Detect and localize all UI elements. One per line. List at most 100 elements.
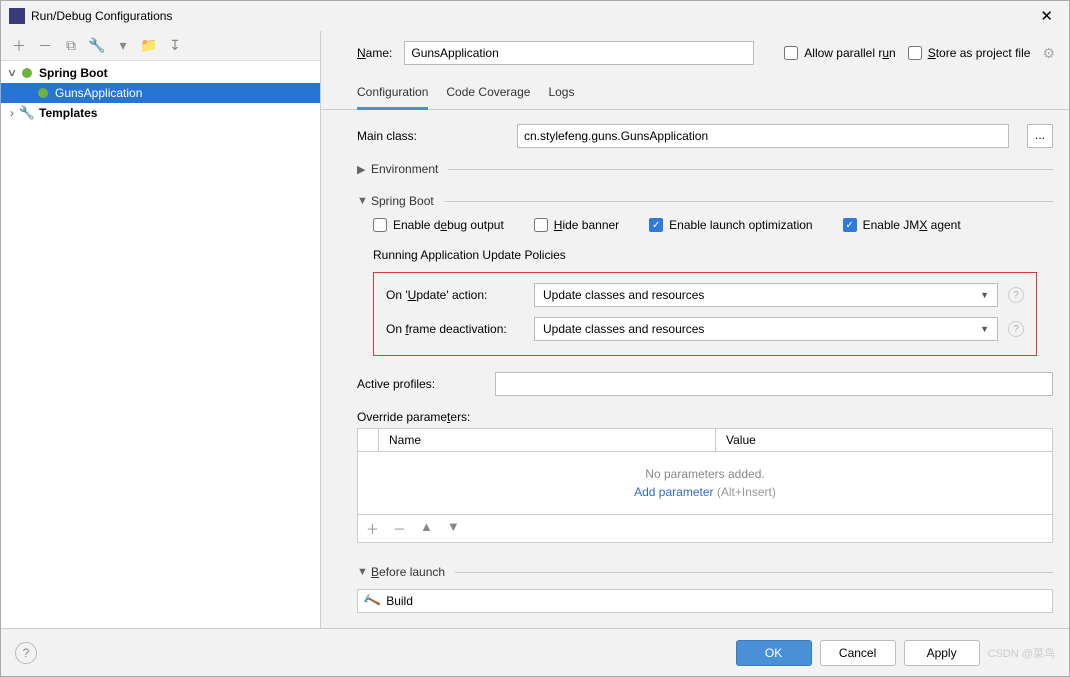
table-up-icon[interactable]: ▲ [420,519,433,538]
tree-label: Spring Boot [39,66,108,80]
chevron-down-icon[interactable]: ˅ [5,66,19,80]
checkbox-icon[interactable] [784,46,798,60]
chevron-down-icon[interactable]: ▼ [357,195,371,207]
environment-section[interactable]: ▶ Environment [357,162,1053,176]
name-label: Name: [357,46,392,60]
gear-icon[interactable]: ⚙ [1042,45,1055,62]
active-profiles-row: Active profiles: [357,372,1053,396]
cancel-button[interactable]: Cancel [820,640,896,666]
enable-jmx-label: Enable JMX agent [863,218,961,232]
before-launch-label: Before launch [371,565,445,579]
table-body-empty: No parameters added. Add parameter (Alt+… [358,452,1052,514]
policies-title: Running Application Update Policies [373,248,1053,262]
checkbox-icon[interactable] [534,218,548,232]
tree-child-gunsapplication[interactable]: GunsApplication [1,83,320,103]
wrench-icon[interactable]: 🔧 [89,38,105,54]
right-panel: Name: Allow parallel run Store as projec… [321,31,1069,628]
watermark: CSDN @菜鸟 [988,645,1055,661]
environment-label: Environment [371,162,438,176]
allow-parallel-checkbox[interactable]: Allow parallel run [784,46,895,60]
table-down-icon[interactable]: ▼ [447,519,460,538]
table-add-icon[interactable]: ＋ [366,519,379,538]
allow-parallel-label: Allow parallel run [804,46,895,60]
add-parameter-link[interactable]: Add parameter [634,485,713,499]
chevron-down-icon[interactable]: ▼ [357,566,371,578]
main-class-input[interactable] [517,124,1009,148]
tree-root-templates[interactable]: › 🔧 Templates [1,103,320,123]
th-value: Value [716,429,1052,451]
main-class-row: Main class: ... [357,124,1053,148]
enable-launch-opt-checkbox[interactable]: ✓ Enable launch optimization [649,218,812,232]
folder-icon[interactable]: 📁 [141,38,157,54]
spring-icon [19,65,35,81]
chevron-right-icon[interactable]: ▶ [357,163,371,176]
table-remove-icon[interactable]: － [393,519,406,538]
active-profiles-input[interactable] [495,372,1053,396]
browse-class-button[interactable]: ... [1027,124,1053,148]
on-frame-dropdown[interactable]: Update classes and resources ▼ [534,317,998,341]
highlight-box: On 'Update' action: Update classes and r… [373,272,1037,356]
before-launch-list: 🔨 Build [357,589,1053,613]
hide-banner-checkbox[interactable]: Hide banner [534,218,619,232]
active-profiles-label: Active profiles: [357,377,483,391]
sort-icon[interactable]: ↧ [167,38,183,54]
build-label: Build [386,594,413,608]
tab-code-coverage[interactable]: Code Coverage [446,79,530,109]
table-toolbar: ＋ － ▲ ▼ [358,514,1052,542]
before-launch-header[interactable]: ▼ Before launch [357,565,1053,579]
store-project-checkbox[interactable]: Store as project file [908,46,1031,60]
checkbox-checked-icon[interactable]: ✓ [843,218,857,232]
hide-banner-label: Hide banner [554,218,619,232]
th-name: Name [379,429,716,451]
help-icon[interactable]: ? [1008,287,1024,303]
chevron-down-icon: ▼ [980,290,989,300]
remove-icon[interactable]: － [37,38,53,54]
left-panel: ＋ － ⧉ 🔧 ▾ 📁 ↧ ˅ Spring Boot GunsApplicat… [1,31,321,628]
help-icon[interactable]: ? [1008,321,1024,337]
enable-jmx-checkbox[interactable]: ✓ Enable JMX agent [843,218,961,232]
tab-configuration[interactable]: Configuration [357,79,428,110]
dialog-footer: ? OK Cancel Apply CSDN @菜鸟 [1,628,1069,676]
tree-label: GunsApplication [55,86,142,100]
checkbox-icon[interactable] [373,218,387,232]
tabs: Configuration Code Coverage Logs [321,79,1069,110]
tree-label: Templates [39,106,97,120]
override-params-table: Name Value No parameters added. Add para… [357,428,1053,543]
copy-icon[interactable]: ⧉ [63,38,79,54]
add-icon[interactable]: ＋ [11,38,27,54]
before-launch-build[interactable]: 🔨 Build [357,589,1053,613]
on-update-row: On 'Update' action: Update classes and r… [386,283,1024,307]
on-update-value: Update classes and resources [543,288,704,302]
enable-debug-checkbox[interactable]: Enable debug output [373,218,504,232]
enable-debug-label: Enable debug output [393,218,504,232]
tab-logs[interactable]: Logs [548,79,574,109]
dropdown-icon[interactable]: ▾ [115,38,131,54]
store-project-label: Store as project file [928,46,1031,60]
on-frame-label: On frame deactivation: [386,322,524,336]
before-launch-section: ▼ Before launch 🔨 Build [357,565,1053,613]
name-input[interactable] [404,41,754,65]
spring-boot-label: Spring Boot [371,194,434,208]
divider [455,572,1053,573]
enable-launch-opt-label: Enable launch optimization [669,218,812,232]
on-frame-value: Update classes and resources [543,322,704,336]
tree-root-spring-boot[interactable]: ˅ Spring Boot [1,63,320,83]
help-button[interactable]: ? [15,642,37,664]
no-params-text: No parameters added. [645,467,764,481]
ok-button[interactable]: OK [736,640,812,666]
checkbox-icon[interactable] [908,46,922,60]
divider [448,169,1053,170]
main-class-label: Main class: [357,129,505,143]
spring-boot-section[interactable]: ▼ Spring Boot [357,194,1053,208]
chevron-right-icon[interactable]: › [5,106,19,120]
table-header: Name Value [358,429,1052,452]
app-icon [9,8,25,24]
apply-button[interactable]: Apply [904,640,980,666]
override-params-label: Override parameters: [357,410,1053,424]
th-checkbox [358,429,379,451]
close-icon[interactable]: ✕ [1032,7,1061,25]
divider [444,201,1053,202]
config-header: Name: Allow parallel run Store as projec… [321,31,1069,79]
checkbox-checked-icon[interactable]: ✓ [649,218,663,232]
on-update-dropdown[interactable]: Update classes and resources ▼ [534,283,998,307]
